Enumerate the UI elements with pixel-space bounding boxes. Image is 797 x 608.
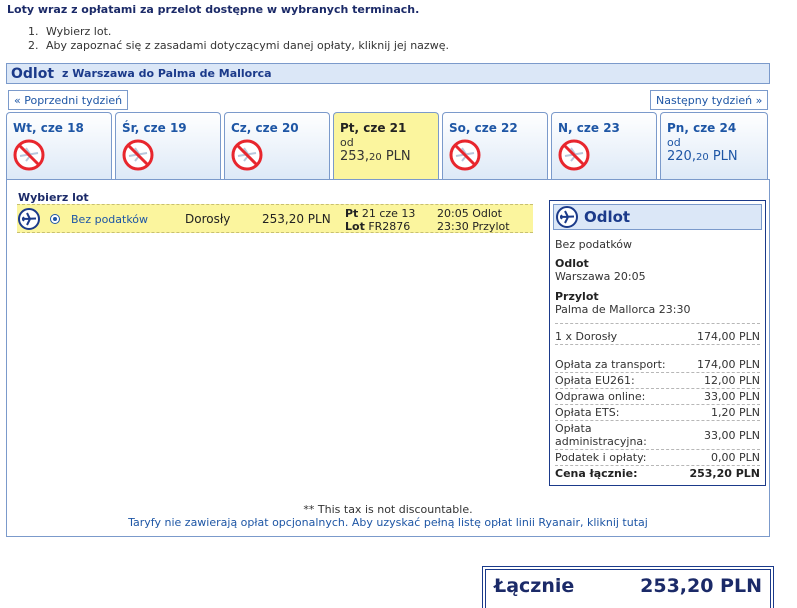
day-label: Pt, cze 21 [340,121,407,135]
no-flight-icon [558,139,590,171]
day-from-label: od [340,136,354,149]
flight-date: 21 cze 13 [361,207,416,220]
fee-value: 0,00 PLN [711,451,760,464]
instruction-item: 1. Wybierz lot. [28,25,449,39]
route-subtitle: z Warszawa do Palma de Mallorca [62,67,272,80]
day-label: So, cze 22 [449,121,518,135]
day-tab-thu-20[interactable]: Cz, cze 20 [224,112,330,180]
fee-value: 12,00 PLN [704,374,760,387]
previous-week-button[interactable]: « Poprzedni tydzień [8,90,129,110]
instruction-number: 1. [28,25,39,38]
tax-note: ** This tax is not discountable. [303,503,473,516]
page-title: Loty wraz z opłatami za przelot dostępne… [7,3,420,16]
fee-label: Podatek i opłaty: [555,451,647,464]
instruction-text: Aby zapoznać się z zasadami dotyczącymi … [46,39,449,52]
day-label: Cz, cze 20 [231,121,299,135]
instruction-number: 2. [28,39,39,52]
summary-passenger-line: 1 x Dorosły 174,00 PLN [555,329,760,345]
day-tabs: Wt, cze 18 Śr, cze 19 Cz, cze 20 Pt, cze… [6,112,770,180]
flight-number-label: Lot [345,220,365,233]
fee-label: Opłata za transport: [555,358,666,371]
price-currency: PLN [708,149,738,164]
passenger-type: Dorosły [185,212,231,226]
tariff-info-link[interactable]: Taryfy nie zawierają opłat opcjonalnych.… [7,516,769,529]
summary-body: Bez podatków Odlot Warszawa 20:05 Przylo… [553,230,762,481]
grand-total-box: Łącznie 253,20 PLN [482,566,774,608]
flight-number: FR2876 [368,220,411,233]
day-label: Pn, cze 24 [667,121,737,135]
select-flight-title: Wybierz lot [18,191,89,204]
day-tab-sat-22[interactable]: So, cze 22 [442,112,548,180]
no-flight-icon [122,139,154,171]
day-tab-mon-24[interactable]: Pn, cze 24 od 220,20 PLN [660,112,768,180]
summary-title: Odlot [584,208,631,226]
fee-value: 33,00 PLN [704,390,760,403]
instruction-item: 2. Aby zapoznać się z zasadami dotyczącym… [28,39,449,53]
day-price: 220,20 PLN [667,149,762,164]
fee-label: Odprawa online: [555,390,646,403]
plane-icon [556,206,578,228]
summary-fare: Bez podatków [555,238,633,251]
fare-name-link[interactable]: Bez podatków [71,213,148,226]
price-currency: PLN [381,149,411,164]
summary-departure-label: Odlot [555,257,589,270]
fee-value: 1,20 PLN [711,406,760,419]
summary-arrival-label: Przylot [555,290,599,303]
grand-total-inner: Łącznie 253,20 PLN [485,569,771,608]
flight-row[interactable]: Bez podatków Dorosły 253,20 PLN Pt 21 cz… [17,204,533,233]
summary-header: Odlot [553,204,762,230]
price-main: 220, [667,149,696,164]
fee-line: Opłata ETS: 1,20 PLN [555,405,760,421]
summary-passenger-value: 174,00 PLN [697,330,760,343]
fee-line: Podatek i opłaty: 0,00 PLN [555,450,760,466]
fee-line: Odprawa online: 33,00 PLN [555,389,760,405]
fee-value: 174,00 PLN [697,358,760,371]
day-tab-sun-23[interactable]: N, cze 23 [551,112,657,180]
no-flight-icon [13,139,45,171]
summary-arrival-value: Palma de Mallorca 23:30 [555,303,760,324]
arrival-time: 23:30 Przylot [437,220,510,233]
fee-line: Opłata za transport: 174,00 PLN [555,357,760,373]
instructions-list: 1. Wybierz lot. 2. Aby zapoznać się z zasa… [28,25,449,53]
next-week-button[interactable]: Następny tydzień » [650,90,769,110]
route-title: Odlot [11,65,55,82]
summary-passenger-label: 1 x Dorosły [555,330,618,343]
instruction-text: Wybierz lot. [46,25,112,38]
departure-time: 20:05 Odlot [437,207,502,220]
summary-total-label: Cena łącznie: [555,467,638,480]
day-from-label: od [667,136,681,149]
flight-info: Pt 21 cze 13 Lot FR2876 [345,207,415,233]
no-flight-icon [449,139,481,171]
day-label: Wt, cze 18 [13,121,84,135]
flight-radio-button[interactable] [50,214,60,224]
summary-total-line: Cena łącznie: 253,20 PLN [555,466,760,481]
route-header: Odlot z Warszawa do Palma de Mallorca [6,63,770,84]
day-tab-wed-19[interactable]: Śr, cze 19 [115,112,221,180]
flight-times: 20:05 Odlot 23:30 Przylot [437,207,510,233]
flight-summary: Odlot Bez podatków Odlot Warszawa 20:05 … [549,200,766,486]
fee-label: Opłata ETS: [555,406,620,419]
day-label: Śr, cze 19 [122,121,187,135]
grand-total-value: 253,20 PLN [640,575,762,597]
summary-departure-value: Warszawa 20:05 [555,270,646,283]
day-tab-tue-18[interactable]: Wt, cze 18 [6,112,112,180]
flight-price: 253,20 PLN [262,212,331,226]
price-decimals: 20 [695,152,709,163]
flight-day-name: Pt [345,207,359,220]
fee-line: Opłata administracyjna: 33,00 PLN [555,421,760,450]
fee-label: Opłata EU261: [555,374,635,387]
price-main: 253, [340,149,369,164]
day-price: 253,20 PLN [340,149,433,164]
price-decimals: 20 [368,152,382,163]
plane-icon [18,208,40,230]
day-label: N, cze 23 [558,121,620,135]
flight-panel: Wybierz lot Bez podatków Dorosły 253,20 … [6,179,770,537]
fee-line: Opłata EU261: 12,00 PLN [555,373,760,389]
fee-value: 33,00 PLN [704,428,760,442]
fee-label: Opłata administracyjna: [555,422,647,448]
grand-total-label: Łącznie [494,575,575,597]
day-tab-fri-21[interactable]: Pt, cze 21 od 253,20 PLN [333,112,439,180]
summary-total-value: 253,20 PLN [689,467,760,480]
no-flight-icon [231,139,263,171]
